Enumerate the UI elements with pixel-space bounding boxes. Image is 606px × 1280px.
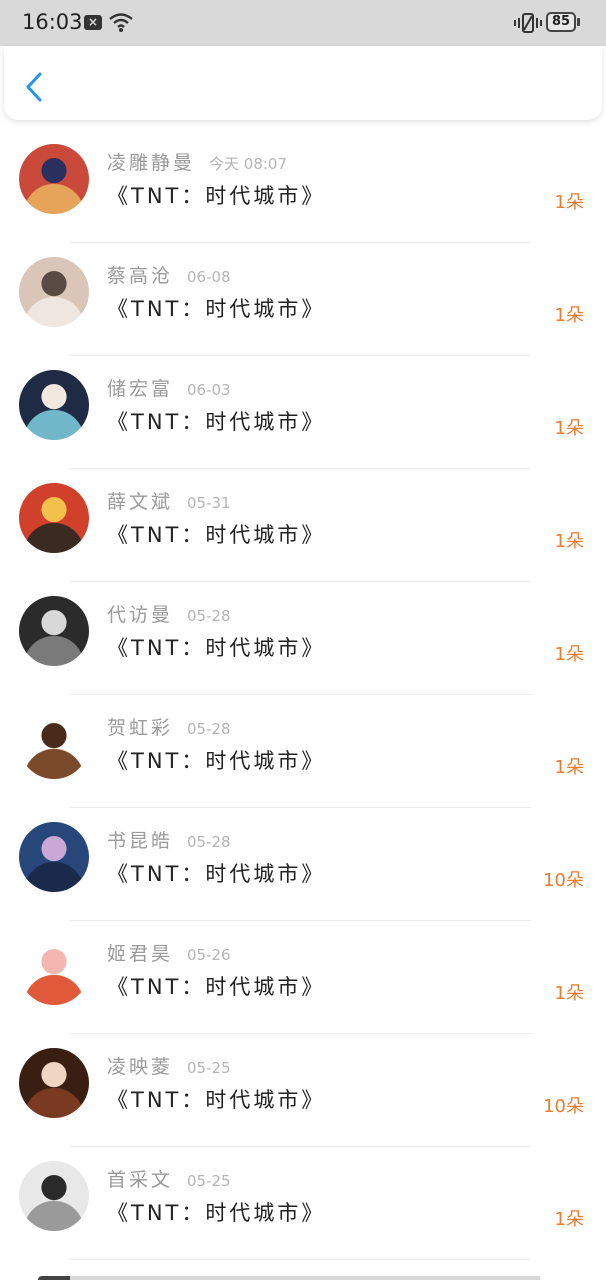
- list-item-partial: [70, 1276, 540, 1280]
- flower-count: 10朵: [543, 870, 584, 891]
- flower-count: 1朵: [554, 192, 584, 213]
- divider: [70, 1259, 531, 1260]
- avatar[interactable]: [19, 144, 89, 214]
- wifi-icon: [109, 13, 133, 32]
- sender-name: 凌映菱 05-25: [107, 1052, 231, 1079]
- work-title: 《TNT：时代城市》: [107, 975, 326, 999]
- sender-name-text: 首采文: [107, 1169, 174, 1191]
- avatar[interactable]: [19, 1161, 89, 1231]
- sender-name: 薛文斌 05-31: [107, 487, 231, 514]
- list-item[interactable]: 书昆皓 05-28 《TNT：时代城市》 10朵: [0, 808, 606, 921]
- chevron-left-icon[interactable]: [22, 70, 46, 104]
- timestamp: 05-25: [187, 1172, 231, 1190]
- flower-count: 1朵: [554, 1209, 584, 1230]
- sender-name-text: 姬君昊: [107, 943, 174, 965]
- work-title: 《TNT：时代城市》: [107, 1201, 326, 1225]
- sender-name: 贺虹彩 05-28: [107, 713, 231, 740]
- timestamp: 05-26: [187, 946, 231, 964]
- work-title: 《TNT：时代城市》: [107, 184, 326, 208]
- list-item[interactable]: 凌雕静曼 今天 08:07 《TNT：时代城市》 1朵: [0, 130, 606, 243]
- work-title: 《TNT：时代城市》: [107, 636, 326, 660]
- list-item[interactable]: 贺虹彩 05-28 《TNT：时代城市》 1朵: [0, 695, 606, 808]
- list-item[interactable]: 薛文斌 05-31 《TNT：时代城市》 1朵: [0, 469, 606, 582]
- work-title: 《TNT：时代城市》: [107, 1088, 326, 1112]
- timestamp: 05-28: [187, 720, 231, 738]
- battery-indicator: 85: [546, 12, 576, 32]
- flower-count: 1朵: [554, 531, 584, 552]
- sender-name-text: 凌映菱: [107, 1056, 174, 1078]
- x-box-icon: ×: [84, 15, 102, 30]
- sender-name: 代访曼 05-28: [107, 600, 231, 627]
- list-item[interactable]: 姬君昊 05-26 《TNT：时代城市》 1朵: [0, 921, 606, 1034]
- flower-count: 1朵: [554, 983, 584, 1004]
- sender-name: 凌雕静曼 今天 08:07: [107, 148, 287, 175]
- sender-name-text: 贺虹彩: [107, 717, 174, 739]
- work-title: 《TNT：时代城市》: [107, 297, 326, 321]
- avatar[interactable]: [19, 483, 89, 553]
- work-title: 《TNT：时代城市》: [107, 749, 326, 773]
- timestamp: 06-03: [187, 381, 231, 399]
- battery-tip: [577, 18, 580, 26]
- list-item[interactable]: 代访曼 05-28 《TNT：时代城市》 1朵: [0, 582, 606, 695]
- avatar[interactable]: [19, 257, 89, 327]
- avatar[interactable]: [19, 709, 89, 779]
- app-bar: [4, 46, 602, 120]
- avatar[interactable]: [19, 1048, 89, 1118]
- sender-name-text: 书昆皓: [107, 830, 174, 852]
- sender-name-text: 蔡高沧: [107, 265, 174, 287]
- sender-name-text: 代访曼: [107, 604, 174, 626]
- sender-name: 姬君昊 05-26: [107, 939, 231, 966]
- list-item[interactable]: 首采文 05-25 《TNT：时代城市》 1朵: [0, 1147, 606, 1260]
- list-item[interactable]: 凌映菱 05-25 《TNT：时代城市》 10朵: [0, 1034, 606, 1147]
- sender-name: 蔡高沧 06-08: [107, 261, 231, 288]
- timestamp: 06-08: [187, 268, 231, 286]
- work-title: 《TNT：时代城市》: [107, 410, 326, 434]
- flower-count: 1朵: [554, 644, 584, 665]
- flower-count: 10朵: [543, 1096, 584, 1117]
- timestamp: 05-28: [187, 833, 231, 851]
- sender-name: 首采文 05-25: [107, 1165, 231, 1192]
- work-title: 《TNT：时代城市》: [107, 523, 326, 547]
- sender-name: 书昆皓 05-28: [107, 826, 231, 853]
- list-item[interactable]: 储宏富 06-03 《TNT：时代城市》 1朵: [0, 356, 606, 469]
- gift-record-list: 凌雕静曼 今天 08:07 《TNT：时代城市》 1朵 蔡高沧 06-08 《TNT：时代城…: [0, 130, 606, 1260]
- work-title: 《TNT：时代城市》: [107, 862, 326, 886]
- avatar[interactable]: [19, 370, 89, 440]
- status-time: 16:03: [22, 10, 83, 34]
- vibrate-icon: [514, 13, 542, 33]
- timestamp: 05-31: [187, 494, 231, 512]
- flower-count: 1朵: [554, 305, 584, 326]
- status-bar: 16:03 × 85: [0, 0, 606, 46]
- sender-name-text: 凌雕静曼: [107, 152, 196, 174]
- avatar[interactable]: [19, 935, 89, 1005]
- avatar[interactable]: [19, 822, 89, 892]
- timestamp: 05-25: [187, 1059, 231, 1077]
- sender-name-text: 储宏富: [107, 378, 174, 400]
- list-item[interactable]: 蔡高沧 06-08 《TNT：时代城市》 1朵: [0, 243, 606, 356]
- timestamp: 今天 08:07: [209, 155, 288, 173]
- flower-count: 1朵: [554, 418, 584, 439]
- avatar[interactable]: [19, 596, 89, 666]
- sender-name: 储宏富 06-03: [107, 374, 231, 401]
- sender-name-text: 薛文斌: [107, 491, 174, 513]
- timestamp: 05-28: [187, 607, 231, 625]
- flower-count: 1朵: [554, 757, 584, 778]
